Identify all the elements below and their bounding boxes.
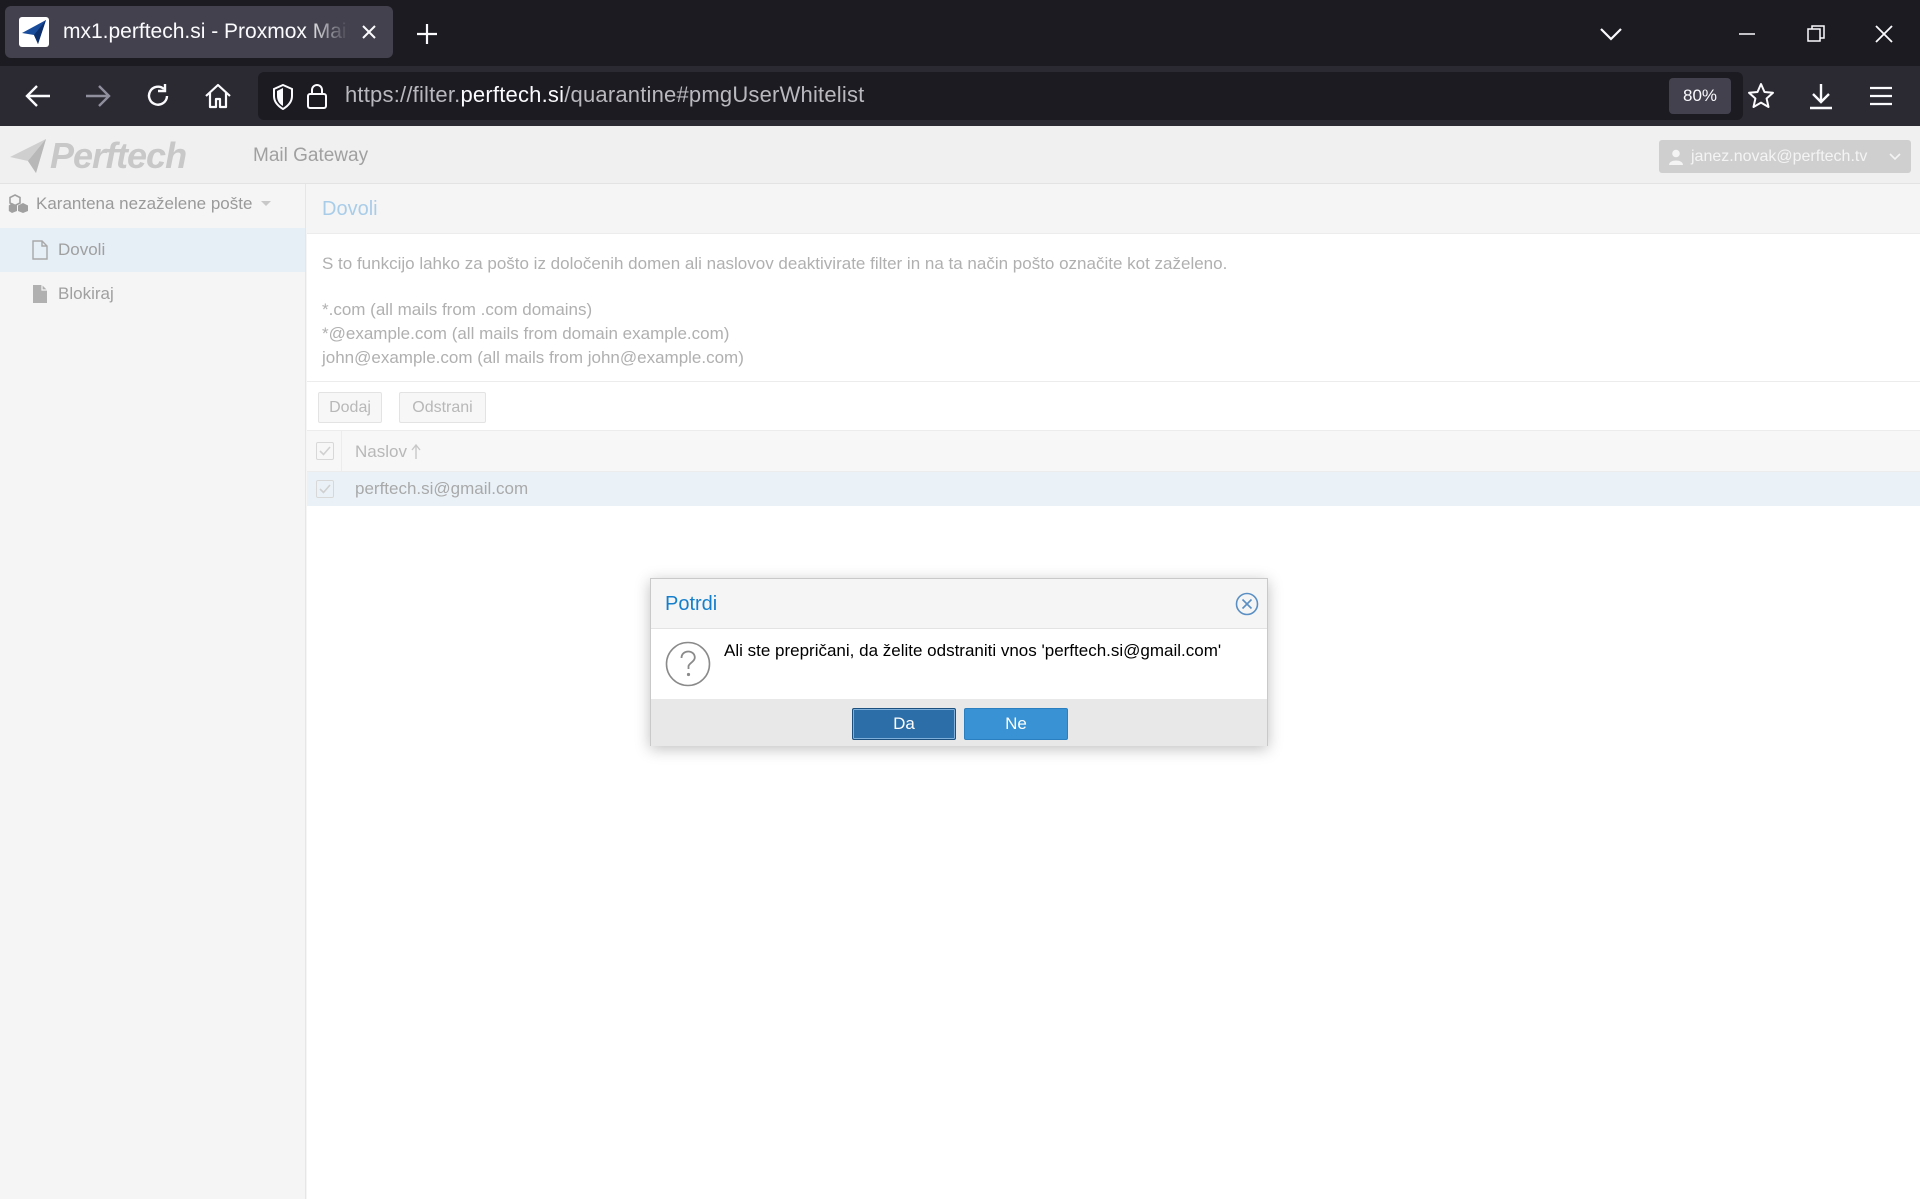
dialog-footer: Da Ne: [651, 699, 1267, 746]
sidebar-item-label: Blokiraj: [58, 284, 114, 303]
proxmox-favicon-icon: [19, 17, 49, 47]
column-header-naslov[interactable]: Naslov: [355, 442, 421, 462]
logo-mark-icon: [10, 139, 46, 173]
description: S to funkcijo lahko za pošto iz določeni…: [322, 252, 1902, 370]
user-email: janez.novak@perftech.tv: [1691, 147, 1868, 165]
sidebar-nav: Karantena nezaželene pošte Dovoli Blokir…: [0, 184, 306, 1199]
user-icon: [1669, 149, 1683, 165]
tracking-shield-icon[interactable]: [272, 84, 294, 110]
column-separator: [341, 431, 342, 473]
remove-button[interactable]: Odstrani: [399, 392, 486, 423]
add-button[interactable]: Dodaj: [318, 392, 382, 423]
dialog-header: Potrdi: [651, 579, 1267, 629]
url-bar[interactable]: https://filter.perftech.si/quarantine#pm…: [258, 72, 1743, 120]
user-menu-button[interactable]: janez.novak@perftech.tv: [1659, 140, 1911, 173]
bookmark-star-icon[interactable]: [1737, 72, 1785, 120]
chevron-down-icon: [261, 201, 272, 206]
description-text: S to funkcijo lahko za pošto iz določeni…: [322, 254, 1228, 273]
sort-ascending-icon: [411, 444, 421, 459]
minimize-icon[interactable]: [1725, 12, 1769, 56]
select-all-checkbox[interactable]: [316, 442, 334, 460]
lock-icon[interactable]: [306, 82, 328, 110]
check-icon: [319, 446, 331, 456]
app-header: Perftech Mail Gateway janez.novak@perfte…: [0, 126, 1920, 184]
dialog-message: Ali ste prepričani, da želite odstraniti…: [724, 641, 1222, 660]
new-tab-plus-icon[interactable]: [405, 12, 449, 56]
window-close-icon[interactable]: [1862, 12, 1906, 56]
sidebar-root-label: Karantena nezaželene pošte: [36, 194, 253, 213]
browser-tab-bar: mx1.perftech.si - Proxmox Mail Gateway: [0, 0, 1920, 66]
document-outline-icon: [32, 240, 48, 260]
chevron-down-icon: [1889, 152, 1901, 160]
check-icon: [319, 484, 331, 494]
dialog-body: Ali ste prepričani, da želite odstraniti…: [651, 629, 1267, 699]
example-line: john@example.com (all mails from john@ex…: [322, 348, 744, 367]
browser-tab-active[interactable]: mx1.perftech.si - Proxmox Mail Gateway: [5, 6, 393, 58]
close-icon[interactable]: [1235, 592, 1259, 616]
restore-icon[interactable]: [1794, 12, 1838, 56]
grid-header: Naslov: [307, 430, 1920, 473]
list-tabs-chevron-down-icon[interactable]: [1589, 12, 1633, 56]
back-arrow-icon[interactable]: [14, 72, 62, 120]
sidebar-item-blokiraj[interactable]: Blokiraj: [0, 272, 305, 316]
perftech-logo: Perftech: [8, 135, 187, 177]
dialog-title: Potrdi: [665, 593, 718, 615]
document-filled-icon: [33, 285, 47, 303]
download-icon[interactable]: [1797, 72, 1845, 120]
divider: [307, 381, 1920, 382]
tab-close-icon[interactable]: [349, 12, 389, 52]
page-title: Dovoli: [307, 184, 1920, 234]
home-icon[interactable]: [194, 72, 242, 120]
tab-title: mx1.perftech.si - Proxmox Mail Gateway: [63, 20, 349, 43]
example-line: *@example.com (all mails from domain exa…: [322, 324, 730, 343]
table-row[interactable]: perftech.si@gmail.com: [307, 472, 1920, 506]
sidebar-item-label: Dovoli: [58, 240, 106, 259]
zoom-level-badge[interactable]: 80%: [1669, 78, 1731, 114]
url-text: https://filter.perftech.si/quarantine#pm…: [345, 82, 865, 107]
sidebar-root-quarantine[interactable]: Karantena nezaželene pošte: [8, 194, 272, 214]
row-checkbox[interactable]: [316, 480, 334, 498]
address-cell: perftech.si@gmail.com: [355, 479, 529, 498]
yes-button[interactable]: Da: [852, 708, 956, 740]
sidebar-item-dovoli[interactable]: Dovoli: [0, 228, 305, 272]
product-name: Mail Gateway: [253, 145, 369, 166]
browser-nav-bar: https://filter.perftech.si/quarantine#pm…: [0, 66, 1920, 126]
forward-arrow-icon[interactable]: [74, 72, 122, 120]
cubes-icon: [8, 194, 28, 213]
example-line: *.com (all mails from .com domains): [322, 300, 593, 319]
hamburger-menu-icon[interactable]: [1857, 72, 1905, 120]
reload-icon[interactable]: [134, 72, 182, 120]
no-button[interactable]: Ne: [964, 708, 1068, 740]
confirm-dialog: Potrdi Ali ste prepričani, da želite ods…: [650, 578, 1268, 746]
question-icon: [665, 641, 711, 687]
